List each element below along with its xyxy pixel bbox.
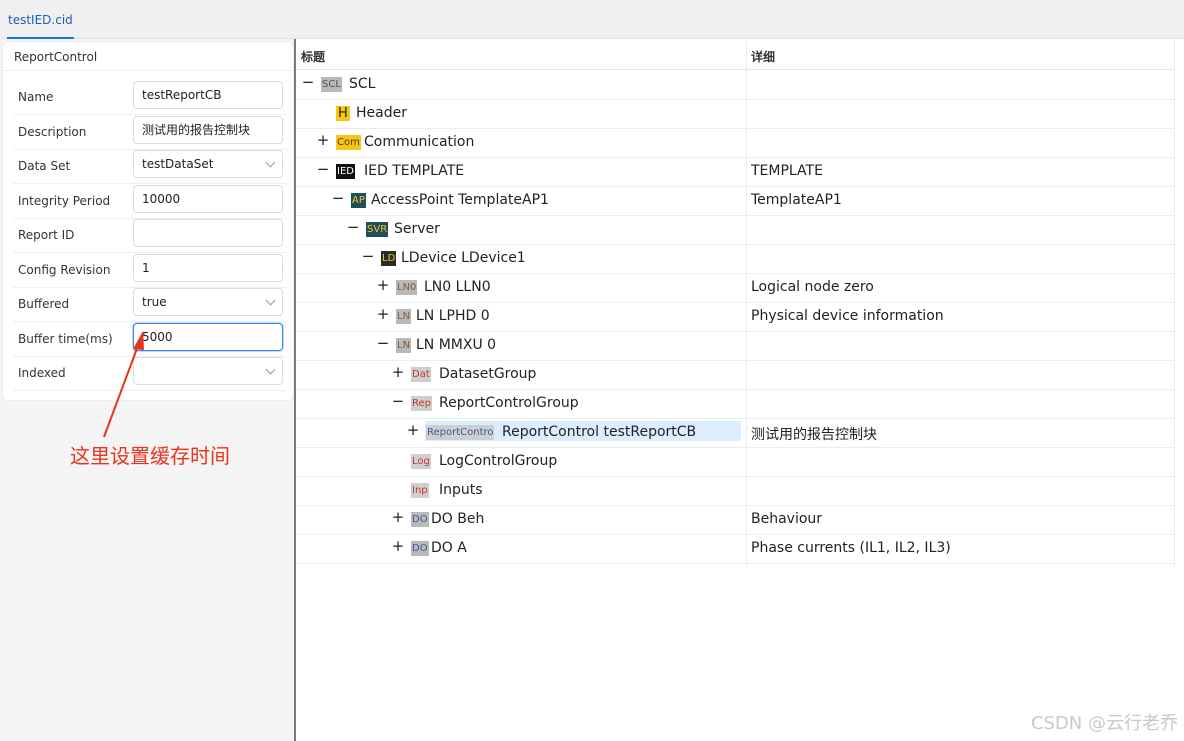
expand-icon[interactable]: + — [316, 133, 330, 148]
expand-icon[interactable]: + — [391, 539, 405, 554]
tree-row[interactable]: Log LogControlGroup — [296, 447, 1174, 477]
node-title: LDevice LDevice1 — [401, 250, 526, 266]
collapse-icon[interactable]: − — [331, 191, 345, 206]
collapse-icon[interactable]: − — [346, 220, 360, 235]
node-type-icon: LN — [396, 309, 412, 324]
scl-tree-grid: 标题 详细 − SCL SCL H Header + Com Communication − IE… — [296, 39, 1184, 741]
node-title: DO Beh — [431, 511, 485, 527]
node-type-icon: Com — [336, 135, 361, 150]
tree-row[interactable]: H Header — [296, 99, 1174, 129]
node-type-icon: DO — [411, 541, 429, 556]
node-detail: Behaviour — [751, 511, 823, 527]
node-title: LN MMXU 0 — [416, 337, 497, 353]
watermark: CSDN @云行老乔 — [1030, 713, 1178, 734]
node-title: ReportControlGroup — [439, 395, 579, 411]
tree-row[interactable]: − SVR Server — [296, 215, 1174, 245]
tree-row[interactable]: + DO DO Beh Behaviour — [296, 505, 1174, 535]
node-type-icon: Dat — [411, 367, 431, 382]
tree-row[interactable]: + LN LN LPHD 0 Physical device information — [296, 302, 1174, 332]
node-type-icon: ReportControl — [426, 425, 494, 440]
grid-right-border — [1174, 39, 1175, 567]
expand-icon[interactable]: + — [391, 365, 405, 380]
node-title: DatasetGroup — [439, 366, 537, 382]
annotation-arrow-icon — [103, 331, 144, 438]
node-type-icon: H — [336, 106, 350, 121]
column-header-title[interactable]: 标题 — [301, 48, 325, 65]
expand-icon[interactable]: + — [376, 307, 390, 322]
node-title: DO A — [431, 540, 467, 556]
node-detail: Phase currents (IL1, IL2, IL3) — [751, 540, 951, 556]
node-title: LN0 LLN0 — [424, 279, 491, 295]
node-type-icon: Inp — [411, 483, 429, 498]
tree-row[interactable]: + Com Communication — [296, 128, 1174, 158]
node-type-icon: DO — [411, 512, 429, 527]
tree-row[interactable]: + Dat DatasetGroup — [296, 360, 1174, 390]
node-type-icon: IED — [336, 164, 355, 179]
column-header-detail[interactable]: 详细 — [751, 48, 775, 65]
collapse-icon[interactable]: − — [361, 249, 375, 264]
tree-row[interactable]: + LN0 LN0 LLN0 Logical node zero — [296, 273, 1174, 303]
node-detail: TemplateAP1 — [751, 192, 842, 208]
node-title: AccessPoint TemplateAP1 — [371, 192, 549, 208]
node-title: SCL — [349, 76, 376, 92]
grid-header: 标题 详细 — [296, 39, 1174, 70]
document-tab-bar: testIED.cid — [0, 0, 1184, 39]
node-type-icon: LN — [396, 338, 412, 353]
expand-icon[interactable]: + — [391, 510, 405, 525]
node-type-icon: SCL — [321, 77, 342, 92]
node-type-icon: SVR — [366, 222, 389, 237]
tree-row[interactable]: − SCL SCL — [296, 70, 1174, 100]
node-title: LogControlGroup — [439, 453, 558, 469]
tree-row[interactable]: Inp Inputs — [296, 476, 1174, 506]
collapse-icon[interactable]: − — [316, 162, 330, 177]
node-type-icon: LN0 — [396, 280, 418, 295]
node-detail: Logical node zero — [751, 279, 874, 295]
tree-row[interactable]: − LN LN MMXU 0 — [296, 331, 1174, 361]
tree-row[interactable]: + ReportControl ReportControl testReportCB… — [296, 418, 1174, 448]
expand-icon[interactable]: + — [376, 278, 390, 293]
node-title: LN LPHD 0 — [416, 308, 490, 324]
collapse-icon[interactable]: − — [391, 394, 405, 409]
tab-testied-cid[interactable]: testIED.cid — [7, 7, 74, 39]
node-type-icon: AP — [351, 193, 366, 208]
annotation-text: 这里设置缓存时间 — [70, 444, 230, 468]
node-title: ReportControl testReportCB — [502, 424, 697, 440]
node-title: Communication — [364, 134, 475, 150]
tree-row[interactable]: − IED IED TEMPLATE TEMPLATE — [296, 157, 1174, 187]
node-detail: Physical device information — [751, 308, 944, 324]
node-type-icon: Log — [411, 454, 431, 469]
column-divider — [746, 39, 747, 567]
node-type-icon: Rep — [411, 396, 432, 411]
node-type-icon: LD — [381, 251, 397, 266]
node-detail: TEMPLATE — [751, 163, 823, 179]
properties-panel: ReportControl Name testReportCB Descriptio… — [0, 39, 294, 741]
tree-row[interactable]: + DO DO A Phase currents (IL1, IL2, IL3) — [296, 534, 1174, 564]
collapse-icon[interactable]: − — [301, 75, 315, 90]
node-title: Inputs — [439, 482, 483, 498]
node-title: IED TEMPLATE — [364, 163, 465, 179]
node-title: Header — [356, 105, 407, 121]
tree-row[interactable]: − Rep ReportControlGroup — [296, 389, 1174, 419]
collapse-icon[interactable]: − — [376, 336, 390, 351]
expand-icon[interactable]: + — [406, 423, 420, 438]
tree-row[interactable]: − LD LDevice LDevice1 — [296, 244, 1174, 274]
node-title: Server — [394, 221, 440, 237]
tree-row[interactable]: − AP AccessPoint TemplateAP1 TemplateAP1 — [296, 186, 1174, 216]
node-detail: 测试用的报告控制块 — [751, 427, 877, 443]
